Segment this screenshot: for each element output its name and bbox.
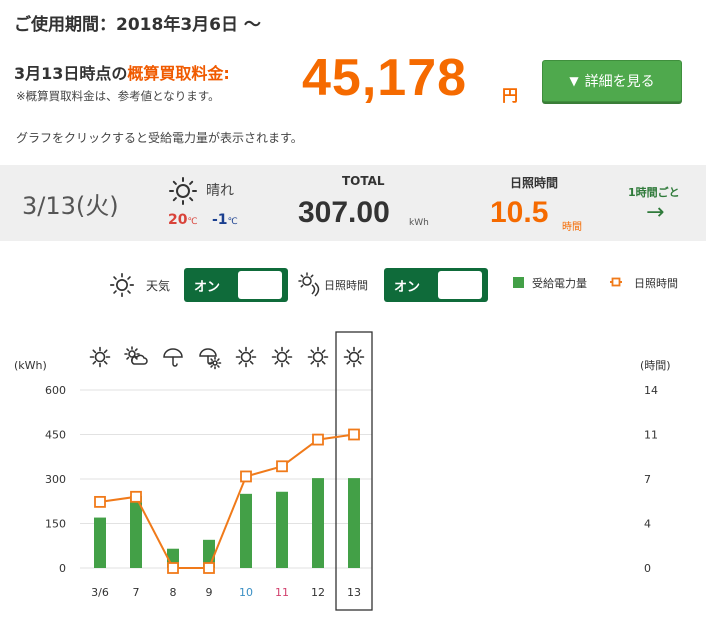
y-left-axis-label: (kWh) [14,359,47,372]
legend-bar-swatch [513,277,524,288]
sunshine-toggle[interactable]: オン [384,268,488,302]
legend-line-label: 日照時間 [634,277,678,290]
sun-icon [271,346,293,368]
sunshine-toggle-state: オン [394,279,421,295]
y-left-tick-label: 450 [45,429,66,442]
sunshine-point[interactable] [203,562,215,574]
view-details-label: 詳細を見る [584,74,655,90]
amount-unit: 円 [502,86,519,105]
power-bar[interactable] [94,517,106,568]
sunshine-unit: 時間 [562,222,582,233]
sunshine-point[interactable] [348,428,360,441]
y-right-tick-label: 7 [644,473,651,486]
x-tick-label: 3/6 [91,586,109,599]
power-bar[interactable] [276,491,288,568]
asof-highlight: 概算買取料金: [127,64,230,83]
sunshine-value: 10.5 [490,196,549,229]
total-unit: kWh [409,218,429,228]
y-right-tick-label: 0 [644,562,651,575]
x-tick-label: 8 [170,586,177,599]
estimate-note: ※概算買取料金は、参考値となります。 [16,89,220,103]
y-right-axis-label: (時間) [640,359,671,372]
total-value: 307.00 [298,196,390,229]
sun-icon [169,177,197,205]
usage-period: ご使用期間：2018年3月6日 ～ [14,15,261,35]
sunshine-toggle-label: 日照時間 [324,279,368,292]
weather-toggle-label: 天気 [146,279,171,293]
temp-low-value: -1 [212,212,228,228]
legend-line-swatch [610,277,622,287]
y-left-tick-label: 300 [45,473,66,486]
temp-low-unit: ℃ [227,217,238,227]
temp-low: -1℃ [212,212,238,228]
view-details-button[interactable]: ▼ 詳細を見る [542,60,682,102]
sunshine-point[interactable] [276,460,288,473]
weather-toggle-knob[interactable] [238,271,282,299]
asof-prefix: 3月13日時点の [14,64,128,83]
sunshine-point[interactable] [130,490,142,503]
sunshine-point[interactable] [312,433,324,446]
umbrella-icon [163,348,183,367]
legend-bar-label: 受給電力量 [532,277,587,290]
sun-icon [235,346,257,368]
power-bar[interactable] [240,493,252,568]
power-bar[interactable] [312,478,324,568]
weather-label: 晴れ [206,183,234,199]
triangle-down-icon: ▼ [569,74,579,88]
sunshine-point[interactable] [167,562,179,574]
x-tick-label: 13 [347,586,361,599]
x-tick-label: 10 [239,586,253,599]
y-left-tick-label: 0 [59,562,66,575]
temp-high: 20℃ [168,212,198,228]
sunshine-point[interactable] [94,495,106,508]
power-sunshine-chart[interactable]: 600 450 300 150 0 14 11 7 4 0 (kWh) (時間) 3/6 7 8 9 10 11 1… [0,330,706,620]
weather-toggle-sun-icon [109,272,135,298]
asof-heading: 3月13日時点の概算買取料金: [14,60,230,84]
sunshine-label: 日照時間 [510,176,559,190]
estimated-amount: 45,178 [302,49,468,107]
weather-toggle[interactable]: オン [184,268,288,302]
hourly-link[interactable]: 1時間ごと [628,184,680,200]
y-right-tick-label: 11 [644,429,658,442]
chart-hint: グラフをクリックすると受給電力量が表示されます。 [16,131,303,145]
y-left-tick-label: 600 [45,384,66,397]
umbrella-sun-icon [199,348,222,370]
sun-icon [307,346,329,368]
sunshine-toggle-knob[interactable] [438,271,482,299]
temp-high-value: 20 [168,212,188,228]
x-tick-label: 12 [311,586,325,599]
sunshine-point[interactable] [240,470,252,483]
total-label: TOTAL [342,174,385,188]
sun-icon [343,346,365,368]
sun-cloud-icon [124,346,148,365]
x-tick-label: 9 [206,586,213,599]
y-right-tick-label: 4 [644,518,651,531]
weather-toggle-state: オン [194,279,221,295]
arrow-right-icon[interactable]: → [646,200,664,225]
selected-date: 3/13(火) [22,192,119,220]
temp-high-unit: ℃ [187,217,198,227]
power-bar[interactable] [348,478,360,568]
x-tick-label: 7 [133,586,140,599]
x-tick-label: 11 [275,586,289,599]
sunshine-icon [298,272,320,297]
y-right-tick-label: 14 [644,384,658,397]
sun-icon [89,346,111,368]
y-left-tick-label: 150 [45,518,66,531]
